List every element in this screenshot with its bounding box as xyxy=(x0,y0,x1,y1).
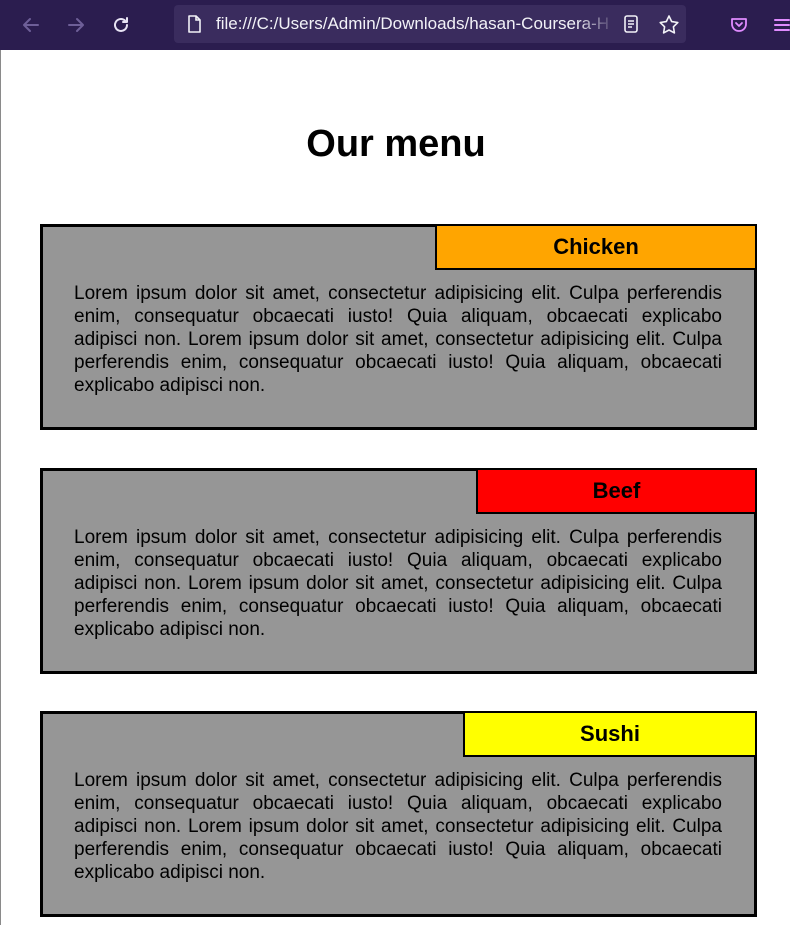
menu-card-chicken: Chicken Lorem ipsum dolor sit amet, cons… xyxy=(40,224,757,430)
page-title: Our menu xyxy=(306,123,486,165)
menu-icon[interactable] xyxy=(766,9,790,41)
menu-card-text: Lorem ipsum dolor sit amet, consectetur … xyxy=(74,527,722,640)
reload-icon[interactable] xyxy=(105,9,137,41)
menu-card-sushi: Sushi Lorem ipsum dolor sit amet, consec… xyxy=(40,711,757,917)
menu-card-text: Lorem ipsum dolor sit amet, consectetur … xyxy=(74,283,722,396)
menu-card-text: Lorem ipsum dolor sit amet, consectetur … xyxy=(74,770,722,883)
url-text: file:///C:/Users/Admin/Downloads/hasan-C… xyxy=(216,14,610,33)
menu-card-label: Beef xyxy=(476,468,757,514)
url-bar[interactable]: file:///C:/Users/Admin/Downloads/hasan-C… xyxy=(174,5,686,43)
pocket-icon[interactable] xyxy=(723,9,755,41)
page-content: Our menu Chicken Lorem ipsum dolor sit a… xyxy=(0,50,790,925)
reader-view-icon[interactable] xyxy=(621,14,641,34)
menu-card-label: Chicken xyxy=(435,224,757,270)
menu-card-label: Sushi xyxy=(463,711,757,757)
url-fade xyxy=(576,5,616,43)
forward-arrow-icon[interactable] xyxy=(60,9,92,41)
browser-toolbar: file:///C:/Users/Admin/Downloads/hasan-C… xyxy=(0,0,790,50)
bookmark-star-icon[interactable] xyxy=(658,14,679,34)
menu-card-beef: Beef Lorem ipsum dolor sit amet, consect… xyxy=(40,468,757,674)
back-arrow-icon[interactable] xyxy=(15,9,47,41)
page-icon xyxy=(184,14,204,34)
